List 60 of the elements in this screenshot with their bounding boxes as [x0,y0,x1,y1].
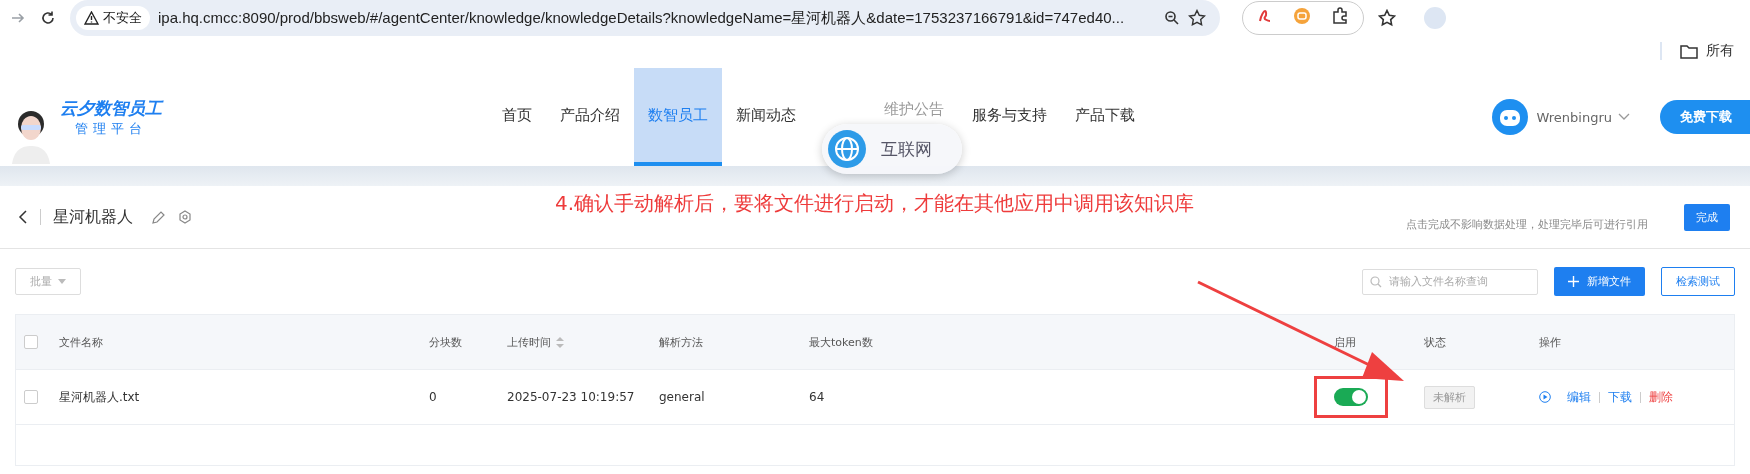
done-button[interactable]: 完成 [1684,203,1730,231]
enable-toggle[interactable] [1334,388,1368,406]
logo-subtitle: 管理平台 [75,119,147,138]
bookmark-star-icon[interactable] [1378,9,1396,27]
column-header: 状态 [1424,334,1446,350]
badge-label: 互联网 [881,137,932,161]
add-file-button[interactable]: 新增文件 [1554,267,1645,296]
retrieval-test-button[interactable]: 检索测试 [1661,267,1735,296]
nav-tab[interactable]: 首页 [488,68,546,166]
nav-tab[interactable]: 维护公告 [870,98,958,120]
nav-tab[interactable]: 数智员工 [634,68,722,166]
nav-tab[interactable]: 产品下载 [1061,68,1149,166]
warning-icon [84,11,99,25]
caret-icon [58,279,66,284]
download-button[interactable]: 免费下载 [1660,100,1750,134]
column-header: 启用 [1334,334,1356,350]
annotation-text: 4.确认手动解析后，要将文件进行启动，才能在其他应用中调用该知识库 [555,191,1195,215]
user-name[interactable]: Wrenbingru [1536,109,1612,125]
nav-tab[interactable]: 服务与支持 [958,68,1061,166]
address-bar[interactable]: 不安全 ipa.hq.cmcc:8090/prod/bbsweb/#/agentCenter/knowledge/knowledgeDetails?knowledgeName=星河机器人&date=1753237166791&id=747ed40... [70,0,1220,36]
sort-icon[interactable] [556,336,564,348]
nav-tab[interactable]: 产品介绍 [546,68,634,166]
zoom-icon[interactable] [1164,10,1180,26]
chunk-count: 0 [429,390,437,404]
column-header: 上传时间 [507,334,551,350]
plus-icon [1568,276,1579,287]
globe-icon [827,129,867,169]
column-header: 分块数 [429,334,462,350]
hint-text: 点击完成不影响数据处理，处理完毕后可进行引用 [1406,216,1648,232]
folder-icon [1680,43,1698,59]
settings-icon[interactable] [178,210,192,224]
back-icon[interactable] [18,210,28,224]
robot-avatar-icon[interactable] [1492,99,1529,135]
column-header: 最大token数 [809,334,873,350]
status-tag: 未解析 [1424,385,1475,409]
star-icon[interactable] [1188,9,1206,27]
edit-icon[interactable] [151,209,166,225]
nav-tab[interactable]: 新闻动态 [722,68,810,166]
row-checkbox[interactable] [24,390,38,404]
column-header: 文件名称 [59,334,103,350]
security-chip[interactable]: 不安全 [76,6,150,30]
max-token: 64 [809,390,825,404]
url-text: ipa.hq.cmcc:8090/prod/bbsweb/#/agentCenter/knowledge/knowledgeDetails?knowledgeName=星河机器人&date=1753237166791&id=747ed40... [158,8,1126,28]
action-link[interactable]: 下载 [1608,388,1632,406]
column-header: 解析方法 [659,334,703,350]
action-link[interactable]: 删除 [1649,388,1673,406]
chevron-down-icon[interactable] [1618,113,1630,121]
file-name: 星河机器人.txt [59,389,140,404]
knowledge-title: 星河机器人 [53,206,133,228]
reload-icon[interactable] [40,10,56,26]
search-field[interactable]: 请输入文件名称查询 [1362,268,1538,295]
batch-dropdown[interactable]: 批量 [15,268,81,295]
select-all-checkbox[interactable] [24,335,38,349]
column-header: 操作 [1539,334,1561,350]
bookmark-folder[interactable]: 所有 [1660,42,1750,60]
upload-time: 2025-07-23 10:19:57 [507,390,635,404]
play-icon[interactable] [1539,391,1551,403]
parse-method: general [659,390,705,404]
logo-title: 云夕数智员工 [60,96,162,120]
action-link[interactable]: 编辑 [1567,388,1591,406]
